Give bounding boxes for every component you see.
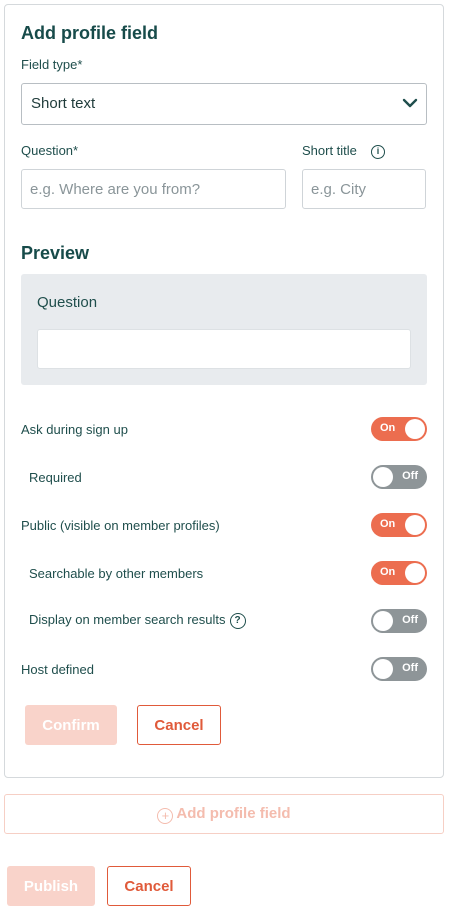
toggle-state: On <box>380 518 396 530</box>
toggle-state: Off <box>402 470 418 482</box>
display-search-results-toggle[interactable]: Off <box>371 609 427 633</box>
searchable-toggle[interactable]: On <box>371 561 427 585</box>
short-title-input[interactable] <box>302 169 426 209</box>
preview-question-label: Question <box>37 294 98 311</box>
add-profile-field-button[interactable]: + Add profile field <box>4 794 444 834</box>
required-toggle[interactable]: Off <box>371 465 427 489</box>
setting-ask-during-signup-label: Ask during sign up <box>21 422 128 437</box>
chevron-down-icon <box>402 98 418 108</box>
short-title-label: Short title <box>302 143 357 158</box>
toggle-state: On <box>380 566 396 578</box>
add-profile-field-card: Add profile field Field type* Short text… <box>4 4 444 778</box>
host-defined-toggle[interactable]: Off <box>371 657 427 681</box>
add-profile-field-label: Add profile field <box>176 805 291 822</box>
preview-input[interactable] <box>37 329 411 369</box>
footer-cancel-button[interactable]: Cancel <box>107 866 191 906</box>
toggle-knob <box>405 563 425 583</box>
form-title: Add profile field <box>21 23 158 43</box>
preview-box: Question <box>21 274 427 385</box>
toggle-knob <box>373 611 393 631</box>
setting-required-label: Required <box>29 470 82 485</box>
toggle-state: Off <box>402 614 418 626</box>
toggle-knob <box>405 419 425 439</box>
plus-circle-icon: + <box>157 808 174 824</box>
cancel-button[interactable]: Cancel <box>137 705 221 745</box>
setting-display-search-results-row: Display on member search results? <box>29 612 246 629</box>
setting-host-defined-label: Host defined <box>21 662 94 677</box>
field-type-value: Short text <box>31 95 96 112</box>
setting-display-search-results-label: Display on member search results <box>29 612 226 627</box>
toggle-knob <box>405 515 425 535</box>
ask-during-signup-toggle[interactable]: On <box>371 417 427 441</box>
confirm-button[interactable]: Confirm <box>25 705 117 745</box>
question-input[interactable] <box>21 169 286 209</box>
setting-public-label: Public (visible on member profiles) <box>21 518 220 533</box>
preview-heading: Preview <box>21 243 90 263</box>
info-icon[interactable]: i <box>371 145 385 159</box>
publish-button[interactable]: Publish <box>7 866 95 906</box>
setting-searchable-label: Searchable by other members <box>29 566 204 581</box>
toggle-state: On <box>380 422 396 434</box>
toggle-knob <box>373 467 393 487</box>
toggle-state: Off <box>402 662 418 674</box>
field-type-label: Field type* <box>21 57 83 72</box>
field-type-select[interactable]: Short text <box>21 83 427 125</box>
public-toggle[interactable]: On <box>371 513 427 537</box>
help-icon[interactable]: ? <box>229 612 246 629</box>
toggle-knob <box>373 659 393 679</box>
question-label: Question* <box>21 143 79 158</box>
